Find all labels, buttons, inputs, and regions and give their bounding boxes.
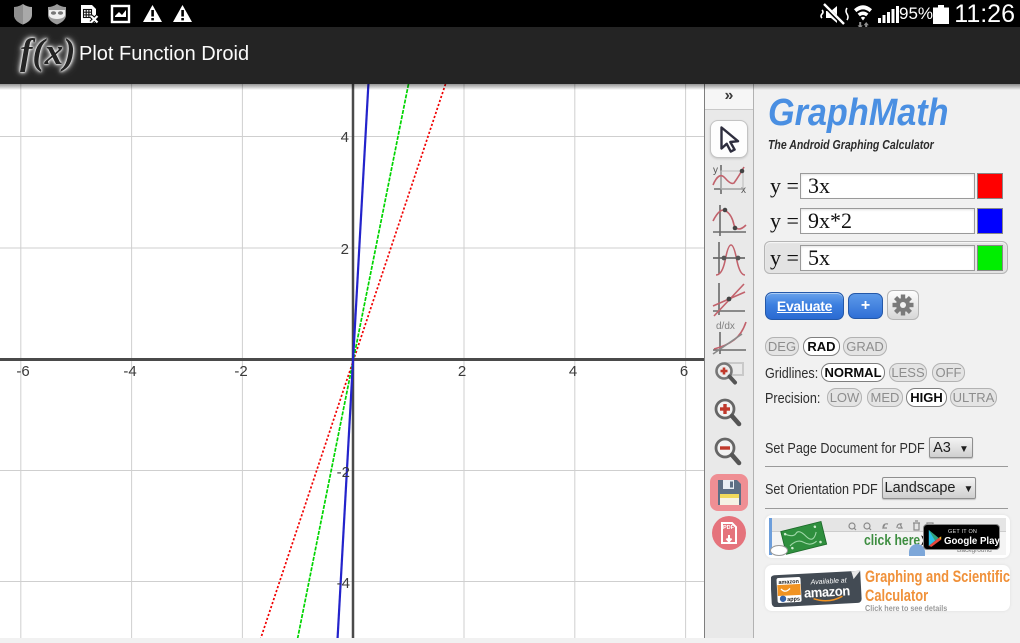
svg-text:4: 4 [569,363,577,380]
svg-text:apps: apps [787,596,800,603]
svg-text:2: 2 [458,363,466,380]
svg-text:d/dx: d/dx [716,321,735,332]
svg-text:-4: -4 [337,575,350,592]
svg-text:6: 6 [680,363,688,380]
svg-text:2: 2 [341,241,349,258]
svg-text:amazon: amazon [804,583,851,601]
svg-text:4: 4 [341,129,349,146]
svg-text:-6: -6 [16,363,29,380]
svg-text:y: y [713,165,718,176]
svg-text:PDF: PDF [723,525,735,531]
svg-text:-2: -2 [337,464,350,481]
svg-text:-2: -2 [234,363,247,380]
svg-text:-4: -4 [123,363,136,380]
svg-text:amazon: amazon [778,579,799,586]
